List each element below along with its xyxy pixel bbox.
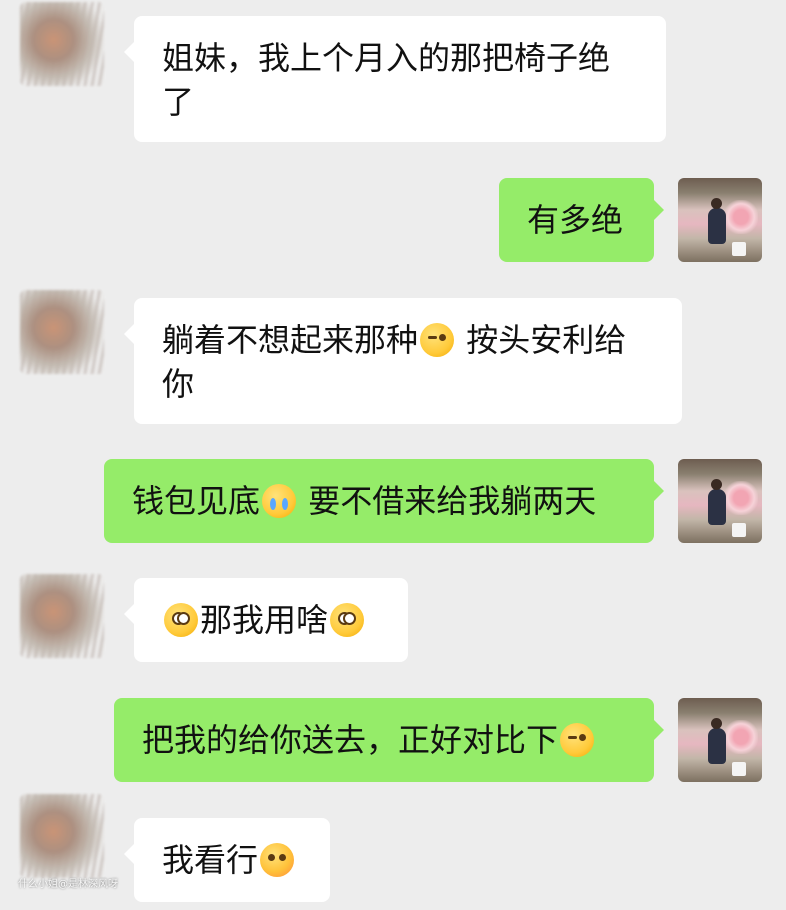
message-bubble-incoming[interactable]: 躺着不想起来那种 按头安利给你 <box>124 298 682 424</box>
wink-face-emoji-icon <box>560 723 595 757</box>
message-text: 钱包见底 要不借来给我躺两天 <box>132 482 597 520</box>
bucket-decoration <box>732 242 746 256</box>
contact-avatar[interactable] <box>20 794 104 878</box>
bucket-decoration <box>732 523 746 537</box>
contact-avatar[interactable] <box>20 2 104 86</box>
message-bubble-incoming[interactable]: 我看行 <box>124 818 330 902</box>
message-bubble-incoming[interactable]: 姐妹，我上个月入的那把椅子绝了 <box>124 16 666 142</box>
self-avatar[interactable] <box>678 459 762 543</box>
message-text: 躺着不想起来那种 按头安利给你 <box>162 321 627 403</box>
flowers-decoration <box>724 720 758 754</box>
staring-face-emoji-icon <box>330 603 365 637</box>
flowers-decoration <box>724 481 758 515</box>
crying-face-emoji-icon <box>262 484 297 518</box>
message-text: 那我用啥 <box>162 598 380 642</box>
self-avatar[interactable] <box>678 698 762 782</box>
astonished-face-emoji-icon <box>164 603 198 637</box>
wink-face-emoji-icon <box>420 323 455 357</box>
message-text: 把我的给你送去，正好对比下 <box>142 718 626 762</box>
hand-over-mouth-face-emoji-icon <box>260 843 295 877</box>
self-avatar[interactable] <box>678 178 762 262</box>
person-figure <box>708 718 726 764</box>
contact-avatar[interactable] <box>20 574 104 658</box>
message-text: 我看行 <box>162 838 302 882</box>
message-bubble-outgoing[interactable]: 把我的给你送去，正好对比下 <box>114 698 664 782</box>
watermark-text: 什么小姐@是林深风呀 <box>18 879 118 890</box>
bucket-decoration <box>732 762 746 776</box>
message-bubble-outgoing[interactable]: 有多绝 <box>499 178 664 262</box>
contact-avatar[interactable] <box>20 290 104 374</box>
person-figure <box>708 479 726 525</box>
message-bubble-incoming[interactable]: 那我用啥 <box>124 578 408 662</box>
person-figure <box>708 198 726 244</box>
message-bubble-outgoing[interactable]: 钱包见底 要不借来给我躺两天 <box>104 459 664 543</box>
message-text: 有多绝 <box>527 201 624 239</box>
flowers-decoration <box>724 200 758 234</box>
message-text: 姐妹，我上个月入的那把椅子绝了 <box>162 39 611 121</box>
